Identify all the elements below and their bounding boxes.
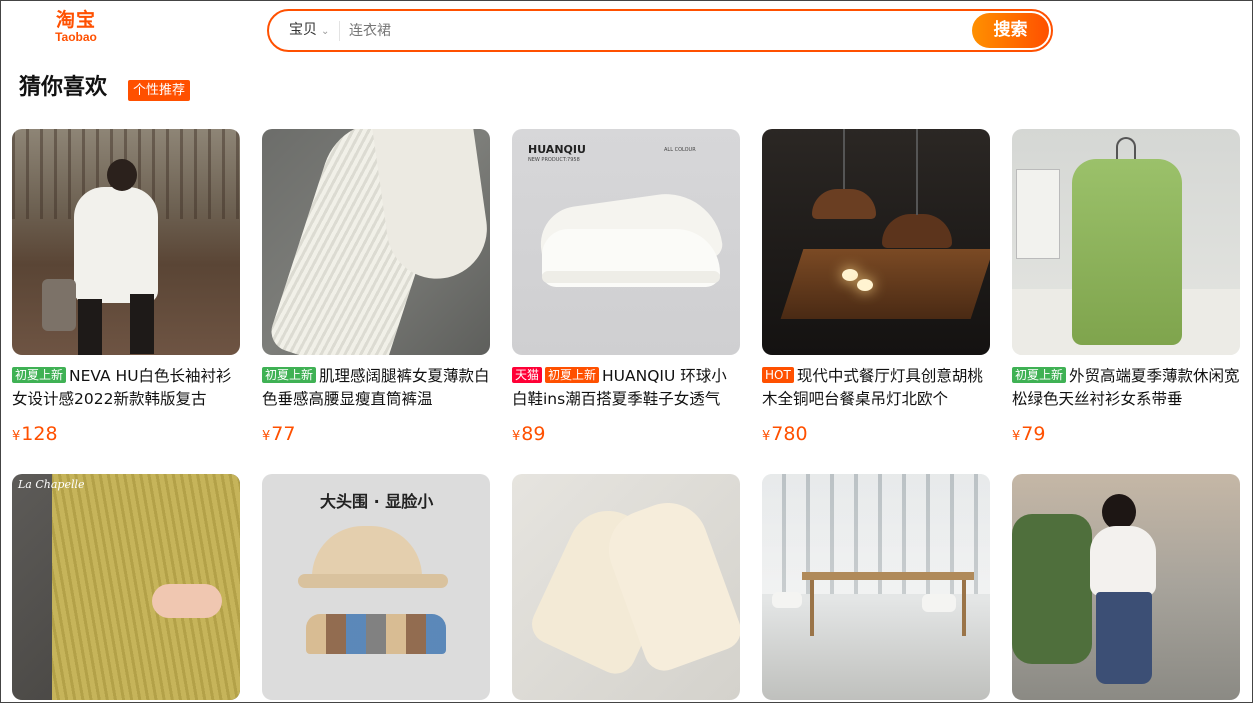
product-image[interactable] xyxy=(262,129,490,355)
search-bar: 宝贝 ⌄ 搜索 xyxy=(267,9,1053,52)
product-title[interactable]: HOT 现代中式餐厅灯具创意胡桃木全铜吧台餐桌吊灯北欧个 xyxy=(762,365,990,411)
image-corner-text: ALL COLOUR xyxy=(664,147,696,153)
product-price: ¥780 xyxy=(762,423,808,445)
product-card[interactable]: La Chapelle xyxy=(12,474,240,700)
product-image[interactable] xyxy=(512,474,740,700)
product-image[interactable] xyxy=(12,129,240,355)
search-scope-label: 宝贝 xyxy=(289,22,317,38)
product-image[interactable] xyxy=(762,129,990,355)
product-card[interactable]: HUANQIU NEW PRODUCT:7958 ALL COLOUR 天猫 初夏… xyxy=(512,129,740,449)
product-tag: 初夏上新 xyxy=(1012,367,1067,383)
logo-english: Taobao xyxy=(55,30,97,44)
taobao-logo[interactable]: 淘宝 Taobao xyxy=(45,9,107,47)
search-input[interactable] xyxy=(349,11,949,50)
product-tag: 天猫 xyxy=(512,367,543,383)
product-image[interactable]: HUANQIU NEW PRODUCT:7958 ALL COLOUR xyxy=(512,129,740,355)
product-image[interactable]: 大头围 · 显脸小 xyxy=(262,474,490,700)
product-image[interactable] xyxy=(1012,129,1240,355)
search-divider xyxy=(339,21,340,41)
product-title[interactable]: 初夏上新 肌理感阔腿裤女夏薄款白色垂感高腰显瘦直筒裤温 xyxy=(262,365,490,411)
product-card[interactable]: 初夏上新 肌理感阔腿裤女夏薄款白色垂感高腰显瘦直筒裤温 ¥77 xyxy=(262,129,490,449)
logo-chinese: 淘宝 xyxy=(55,9,96,31)
product-card[interactable]: 初夏上新 外贸高端夏季薄款休闲宽松绿色天丝衬衫女系带垂 ¥79 xyxy=(1012,129,1240,449)
section-title: 猜你喜欢 xyxy=(19,75,108,100)
product-card[interactable] xyxy=(512,474,740,700)
product-tag: 初夏上新 xyxy=(262,367,317,383)
image-brand-text: La Chapelle xyxy=(18,478,85,491)
product-price: ¥77 xyxy=(262,423,296,445)
image-caption-text: 大头围 · 显脸小 xyxy=(320,492,434,511)
product-image[interactable] xyxy=(762,474,990,700)
product-image[interactable]: La Chapelle xyxy=(12,474,240,700)
product-card[interactable]: 大头围 · 显脸小 xyxy=(262,474,490,700)
page-frame: 淘宝 Taobao 宝贝 ⌄ 搜索 猜你喜欢 个性推荐 初夏上新NEVA HU白色… xyxy=(0,0,1253,703)
product-price: ¥79 xyxy=(1012,423,1046,445)
product-tag: HOT xyxy=(762,367,794,383)
personalized-badge: 个性推荐 xyxy=(128,80,191,101)
product-title[interactable]: 初夏上新 外贸高端夏季薄款休闲宽松绿色天丝衬衫女系带垂 xyxy=(1012,365,1240,411)
product-card[interactable] xyxy=(762,474,990,700)
product-card[interactable] xyxy=(1012,474,1240,700)
product-price: ¥89 xyxy=(512,423,546,445)
product-card[interactable]: HOT 现代中式餐厅灯具创意胡桃木全铜吧台餐桌吊灯北欧个 ¥780 xyxy=(762,129,990,449)
image-sub-text: NEW PRODUCT:7958 xyxy=(528,157,580,163)
product-tag: 初夏上新 xyxy=(545,367,600,383)
search-button[interactable]: 搜索 xyxy=(972,13,1049,48)
search-scope-dropdown[interactable]: 宝贝 ⌄ xyxy=(289,11,329,50)
product-price: ¥128 xyxy=(12,423,58,445)
product-tag: 初夏上新 xyxy=(12,367,67,383)
chevron-down-icon: ⌄ xyxy=(321,26,330,37)
product-image[interactable] xyxy=(1012,474,1240,700)
product-title[interactable]: 天猫 初夏上新 HUANQIU 环球小白鞋ins潮百搭夏季鞋子女透气 xyxy=(512,365,740,411)
product-title-text: 现代中式餐厅灯具创意胡桃木全铜吧台餐桌吊灯北欧个 xyxy=(762,367,983,408)
image-brand-text: HUANQIU xyxy=(528,143,586,156)
product-card[interactable]: 初夏上新 NEVA HU白色长袖衬衫女设计感2022新款韩版复古 ¥128 xyxy=(12,129,240,449)
product-title[interactable]: 初夏上新 NEVA HU白色长袖衬衫女设计感2022新款韩版复古 xyxy=(12,365,240,411)
